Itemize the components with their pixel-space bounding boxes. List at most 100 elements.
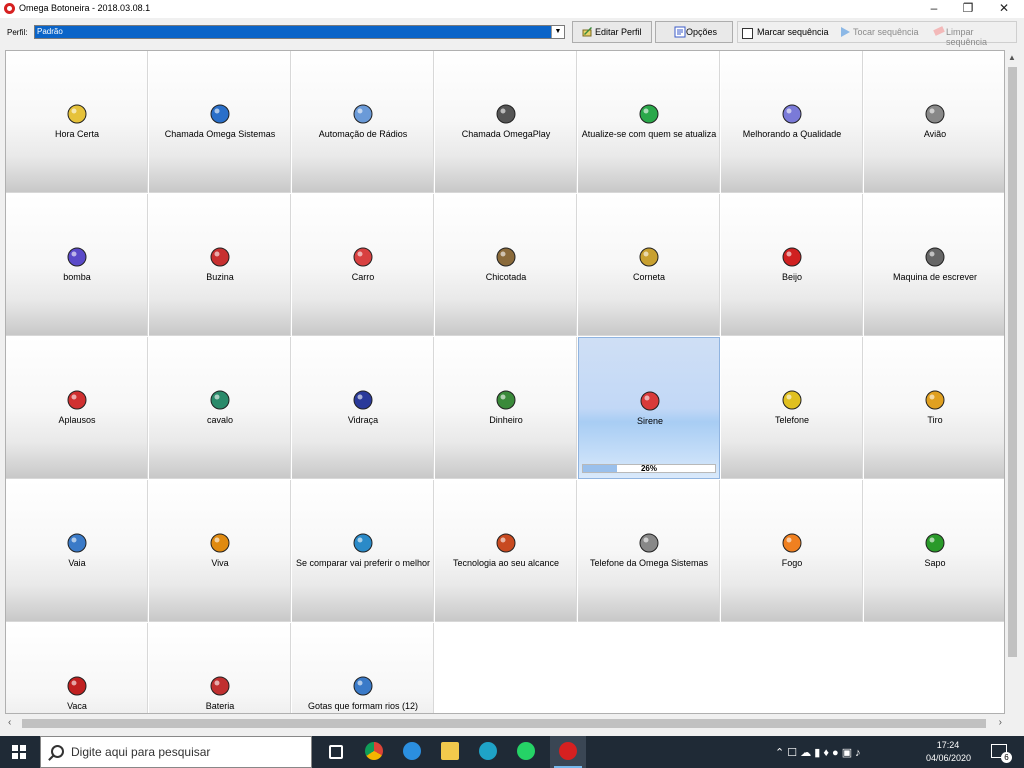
- taskbar-search-input[interactable]: Digite aqui para pesquisar: [40, 736, 312, 768]
- sound-tile-label: Tiro: [927, 415, 943, 425]
- sound-tile-label: Corneta: [632, 272, 666, 282]
- sound-tile[interactable]: Vaca: [6, 623, 148, 713]
- restore-button[interactable]: ❐: [950, 0, 986, 18]
- sound-tile[interactable]: Vidraça: [292, 337, 434, 479]
- airplane-icon: [924, 103, 946, 125]
- sound-tile-label: Hora Certa: [54, 129, 99, 139]
- frog-icon: [924, 532, 946, 554]
- sound-tile[interactable]: Maquina de escrever: [864, 194, 1004, 336]
- vertical-scroll-thumb[interactable]: [1008, 67, 1017, 657]
- toolbar: Perfil: Padrão ▼ Editar Perfil Opções Ma…: [0, 18, 1024, 47]
- sound-tile[interactable]: bomba: [6, 194, 148, 336]
- window-title: Omega Botoneira - 2018.03.08.1: [19, 3, 151, 13]
- title-bar: Omega Botoneira - 2018.03.08.1 – ❐ ✕: [0, 0, 1024, 18]
- profile-label: Perfil:: [7, 28, 28, 37]
- scroll-right-icon[interactable]: ›: [999, 717, 1002, 728]
- sound-tile[interactable]: Atualize-se com quem se atualiza: [578, 51, 720, 193]
- window-icon: [352, 389, 374, 411]
- horizontal-scroll-thumb[interactable]: [22, 719, 986, 728]
- sound-tile[interactable]: Bateria: [149, 623, 291, 713]
- sound-tile-label: Fogo: [781, 558, 803, 568]
- play-sequence-button[interactable]: Tocar sequência: [853, 27, 919, 37]
- sound-tile-label: Sirene: [636, 416, 663, 426]
- vertical-scrollbar[interactable]: ▲: [1005, 50, 1020, 714]
- sound-tile-label: Carro: [351, 272, 375, 282]
- clock-date: 04/06/2020: [926, 753, 972, 763]
- whatsapp-icon[interactable]: [508, 736, 544, 768]
- sound-tile[interactable]: Telefone da Omega Sistemas: [578, 480, 720, 622]
- sound-tile-label: Beijo: [781, 272, 802, 282]
- sound-tile[interactable]: Chamada OmegaPlay: [435, 51, 577, 193]
- sound-tile-label: Gotas que formam rios (12): [307, 701, 419, 711]
- system-tray-icons[interactable]: ⌃ ☐ ☁ ▮ ♦ ● ▣ ♪: [775, 746, 861, 759]
- edit-profile-button[interactable]: Editar Perfil: [572, 21, 652, 43]
- sound-tile-label: Chamada OmegaPlay: [461, 129, 551, 139]
- gun-icon: [924, 389, 946, 411]
- sound-tile[interactable]: Fogo: [721, 480, 863, 622]
- sound-tile[interactable]: Chamada Omega Sistemas: [149, 51, 291, 193]
- ie-icon[interactable]: [394, 736, 430, 768]
- sound-tile[interactable]: Dinheiro: [435, 337, 577, 479]
- smile-icon: [209, 532, 231, 554]
- sound-tile-label: Aplausos: [58, 415, 96, 425]
- sound-tile[interactable]: Telefone: [721, 337, 863, 479]
- speaker-note-icon: [495, 103, 517, 125]
- sound-tile-label: Avião: [923, 129, 947, 139]
- sound-tile[interactable]: Beijo: [721, 194, 863, 336]
- trumpet-icon: [638, 246, 660, 268]
- sound-tile[interactable]: Vaia: [6, 480, 148, 622]
- sound-tile-label: Se comparar vai preferir o melhor: [295, 558, 431, 568]
- horse-icon: [209, 389, 231, 411]
- horizontal-scrollbar[interactable]: ‹ ›: [5, 716, 1005, 731]
- scroll-up-icon[interactable]: ▲: [1008, 53, 1016, 62]
- sound-tile[interactable]: Tecnologia ao seu alcance: [435, 480, 577, 622]
- sound-tile[interactable]: Tiro: [864, 337, 1004, 479]
- sound-tile-label: Telefone da Omega Sistemas: [589, 558, 709, 568]
- fire-icon: [781, 532, 803, 554]
- sound-tile[interactable]: Automação de Rádios: [292, 51, 434, 193]
- sound-tile[interactable]: Corneta: [578, 194, 720, 336]
- siren-icon: [639, 390, 661, 412]
- sound-tile[interactable]: Chicotada: [435, 194, 577, 336]
- refresh-icon: [638, 103, 660, 125]
- clock[interactable]: 17:24 04/06/2020: [926, 739, 972, 765]
- lips-icon: [781, 246, 803, 268]
- scroll-left-icon[interactable]: ‹: [8, 717, 11, 728]
- sound-tile[interactable]: Aplausos: [6, 337, 148, 479]
- sound-tile[interactable]: Avião: [864, 51, 1004, 193]
- sound-tile[interactable]: Buzina: [149, 194, 291, 336]
- sound-tile[interactable]: Sapo: [864, 480, 1004, 622]
- tech-icon: [495, 532, 517, 554]
- options-label: Opções: [686, 27, 718, 37]
- profile-select[interactable]: Padrão ▼: [34, 25, 565, 39]
- options-button[interactable]: Opções: [655, 21, 733, 43]
- edge-icon[interactable]: [470, 736, 506, 768]
- sound-tile[interactable]: Melhorando a Qualidade: [721, 51, 863, 193]
- chevron-down-icon[interactable]: ▼: [551, 26, 564, 38]
- chrome-icon[interactable]: [356, 736, 392, 768]
- sound-tile-label: Tecnologia ao seu alcance: [452, 558, 560, 568]
- windows-start-icon[interactable]: [12, 745, 26, 759]
- sound-tile[interactable]: Carro: [292, 194, 434, 336]
- mark-sequence-label[interactable]: Marcar sequência: [757, 27, 829, 37]
- play-icon: [841, 27, 850, 37]
- sound-tile-label: Dinheiro: [489, 415, 523, 425]
- task-view-icon[interactable]: [318, 736, 354, 768]
- minimize-button[interactable]: –: [916, 0, 952, 18]
- mark-sequence-checkbox[interactable]: [742, 28, 753, 39]
- close-button[interactable]: ✕: [986, 0, 1022, 18]
- sound-tile[interactable]: Sirene 26%: [578, 337, 720, 479]
- sound-tile[interactable]: cavalo: [149, 337, 291, 479]
- sound-tile-label: Automação de Rádios: [318, 129, 408, 139]
- taskbar: Digite aqui para pesquisar ⌃ ☐ ☁ ▮ ♦ ● ▣…: [0, 736, 1024, 768]
- boo-face-icon: [66, 532, 88, 554]
- notifications-icon[interactable]: 6: [991, 744, 1012, 763]
- sound-tile[interactable]: Se comparar vai preferir o melhor: [292, 480, 434, 622]
- omega-botoneira-taskbar-icon[interactable]: [550, 736, 586, 768]
- sound-tile[interactable]: Viva: [149, 480, 291, 622]
- file-explorer-icon[interactable]: [432, 736, 468, 768]
- notification-count: 6: [1001, 752, 1012, 763]
- sound-tile[interactable]: Gotas que formam rios (12): [292, 623, 434, 713]
- sound-tile[interactable]: Hora Certa: [6, 51, 148, 193]
- clear-sequence-button[interactable]: Limpar sequência: [946, 27, 1016, 47]
